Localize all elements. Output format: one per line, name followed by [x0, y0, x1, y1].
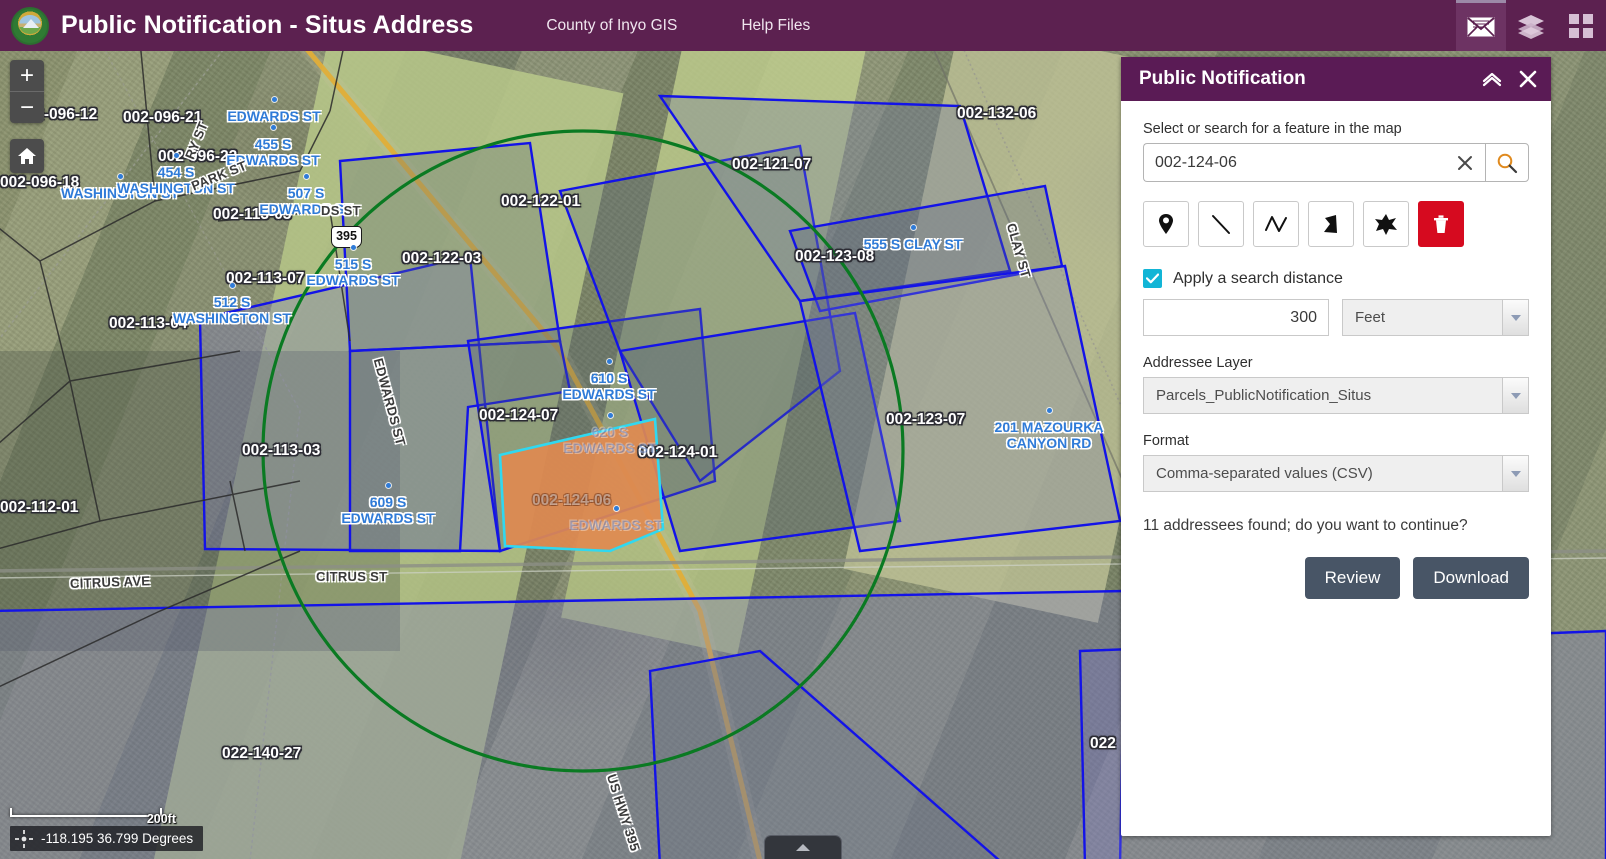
- header-link-county-gis[interactable]: County of Inyo GIS: [546, 17, 677, 35]
- clear-drawings-button[interactable]: [1418, 201, 1464, 247]
- zoom-out-button[interactable]: −: [10, 92, 44, 123]
- scale-bar: 200ft: [10, 808, 176, 826]
- chevron-down-icon[interactable]: [1502, 378, 1528, 413]
- addressee-layer-value: Parcels_PublicNotification_Situs: [1156, 387, 1372, 404]
- distance-unit-select[interactable]: Feet: [1342, 299, 1529, 336]
- address-point-marker: [351, 245, 356, 250]
- address-point-marker: [386, 483, 391, 488]
- collapse-icon[interactable]: [1481, 68, 1503, 90]
- mail-icon[interactable]: [1456, 0, 1506, 51]
- search-icon: [1497, 153, 1518, 173]
- draw-freehand-polygon-button[interactable]: [1363, 201, 1409, 247]
- address-point-marker: [614, 506, 619, 511]
- download-button[interactable]: Download: [1413, 557, 1529, 599]
- home-icon: [18, 148, 36, 164]
- format-block: Format Comma-separated values (CSV): [1143, 433, 1529, 492]
- draw-tools-group: [1143, 201, 1529, 247]
- page-title: Public Notification - Situs Address: [61, 11, 474, 39]
- close-icon[interactable]: [1517, 68, 1539, 90]
- line-icon: [1212, 215, 1230, 234]
- chevron-down-icon[interactable]: [1502, 300, 1528, 335]
- scale-bar-label: 200ft: [146, 812, 176, 826]
- draw-polyline-button[interactable]: [1253, 201, 1299, 247]
- draw-line-button[interactable]: [1198, 201, 1244, 247]
- format-label: Format: [1143, 433, 1189, 449]
- map-pin-icon: [1159, 214, 1173, 234]
- chevron-up-icon: [796, 844, 810, 851]
- panel-header: Public Notification: [1121, 57, 1551, 101]
- apply-search-distance-label: Apply a search distance: [1173, 269, 1343, 287]
- trash-icon: [1434, 215, 1448, 233]
- search-button[interactable]: [1485, 143, 1529, 182]
- highway-shield-icon: 395: [331, 226, 362, 248]
- zoom-in-button[interactable]: +: [10, 60, 44, 91]
- polyline-icon: [1265, 216, 1287, 232]
- address-point-marker: [271, 125, 276, 130]
- addressee-layer-select[interactable]: Parcels_PublicNotification_Situs: [1143, 377, 1529, 414]
- address-point-marker: [607, 359, 612, 364]
- address-point-marker: [174, 153, 179, 158]
- draw-polygon-button[interactable]: [1308, 201, 1354, 247]
- layers-icon[interactable]: [1506, 0, 1556, 51]
- app-header: Public Notification - Situs Address Coun…: [0, 0, 1606, 51]
- header-icon-group: [1456, 0, 1606, 51]
- header-link-help-files[interactable]: Help Files: [741, 17, 810, 35]
- coordinate-readout[interactable]: -118.195 36.799 Degrees: [10, 826, 204, 851]
- checkbox-checked-icon: [1143, 269, 1162, 288]
- address-point-marker: [1047, 408, 1052, 413]
- crosshair-icon: [14, 829, 34, 849]
- draw-point-button[interactable]: [1143, 201, 1189, 247]
- search-row: [1143, 143, 1529, 182]
- address-point-marker: [272, 97, 277, 102]
- addressee-layer-block: Addressee Layer Parcels_PublicNotificati…: [1143, 355, 1529, 414]
- panel-body: Select or search for a feature in the ma…: [1121, 101, 1551, 836]
- address-point-marker: [230, 283, 235, 288]
- format-value: Comma-separated values (CSV): [1156, 465, 1373, 482]
- public-notification-panel: Public Notification Select or search for…: [1121, 57, 1551, 836]
- addressee-layer-label: Addressee Layer: [1143, 355, 1253, 371]
- home-button[interactable]: [10, 139, 44, 173]
- address-point-marker: [911, 225, 916, 230]
- parcel-002-122-01: [338, 141, 562, 353]
- panel-title: Public Notification: [1139, 68, 1306, 89]
- format-select[interactable]: Comma-separated values (CSV): [1143, 455, 1529, 492]
- panel-actions: Review Download: [1143, 557, 1529, 599]
- distance-unit-value: Feet: [1355, 309, 1386, 326]
- address-point-marker: [118, 174, 123, 179]
- address-point-marker: [304, 174, 309, 179]
- search-field-label: Select or search for a feature in the ma…: [1143, 121, 1402, 137]
- address-point-marker: [608, 413, 613, 418]
- chevron-down-icon[interactable]: [1502, 456, 1528, 491]
- coordinate-text: -118.195 36.799 Degrees: [41, 831, 194, 846]
- inyo-county-seal: [11, 6, 49, 45]
- search-input[interactable]: [1143, 143, 1485, 182]
- polygon-icon: [1324, 215, 1337, 233]
- freehand-polygon-icon: [1375, 214, 1397, 235]
- search-distance-input[interactable]: [1143, 299, 1329, 336]
- result-message: 11 addressees found; do you want to cont…: [1143, 517, 1468, 534]
- attribute-table-toggle[interactable]: [764, 835, 842, 859]
- apply-search-distance-checkbox[interactable]: Apply a search distance: [1143, 269, 1529, 288]
- zoom-controls[interactable]: + −: [10, 60, 44, 123]
- search-distance-row: Feet: [1143, 299, 1529, 336]
- review-button[interactable]: Review: [1304, 557, 1401, 599]
- apps-grid-icon[interactable]: [1556, 0, 1606, 51]
